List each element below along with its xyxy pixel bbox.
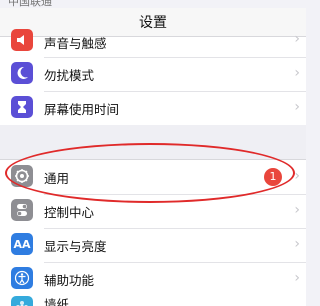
aa-icon: AA [11,233,33,255]
carrier-label: 中国联通 [8,0,52,8]
status-bar: 中国联通 [0,0,306,8]
toggle-icon [11,199,33,221]
hourglass-icon [11,96,33,118]
accessibility-icon [11,267,33,289]
settings-group-1: 声音与触感 › 勿扰模式 › 屏幕使用时间 › [0,29,306,125]
settings-row-dnd[interactable]: 勿扰模式 › [0,57,306,91]
page-title: 设置 [139,15,167,31]
settings-row-screen-time[interactable]: 屏幕使用时间 › [0,91,306,125]
chevron-right-icon: › [294,168,300,184]
chevron-right-icon: › [294,202,300,218]
settings-row-display[interactable]: AA 显示与亮度 › [0,228,306,262]
chevron-right-icon: › [294,99,300,115]
settings-row-wallpaper[interactable]: 墙纸 [0,294,306,306]
settings-group-2: 通用 1 › 控制中心 › AA 显示与亮度 › 辅助功能 › [0,160,306,296]
settings-row-control-center[interactable]: 控制中心 › [0,194,306,228]
settings-row-label: 勿扰模式 [44,68,95,83]
settings-row-accessibility[interactable]: 辅助功能 › [0,262,306,296]
settings-row-label: 屏幕使用时间 [44,102,120,117]
settings-row-label: 墙纸 [44,297,70,306]
flower-icon [11,296,33,306]
speaker-icon [11,29,33,51]
moon-icon [11,62,33,84]
settings-row-label: 显示与亮度 [44,239,107,254]
settings-row-label: 声音与触感 [44,36,107,51]
chevron-right-icon: › [294,270,300,286]
settings-row-sounds[interactable]: 声音与触感 › [0,29,306,57]
settings-row-label: 通用 [44,171,70,186]
chevron-right-icon: › [294,236,300,252]
chevron-right-icon: › [294,31,300,47]
group-separator [0,125,306,160]
gear-icon [11,165,33,187]
settings-row-label: 控制中心 [44,205,95,220]
settings-row-label: 辅助功能 [44,273,95,288]
notification-badge: 1 [264,168,282,186]
settings-row-general[interactable]: 通用 1 › [0,160,306,194]
settings-list: 声音与触感 › 勿扰模式 › 屏幕使用时间 › 通用 1 › 控制中心 › AA… [0,29,306,296]
chevron-right-icon: › [294,65,300,81]
